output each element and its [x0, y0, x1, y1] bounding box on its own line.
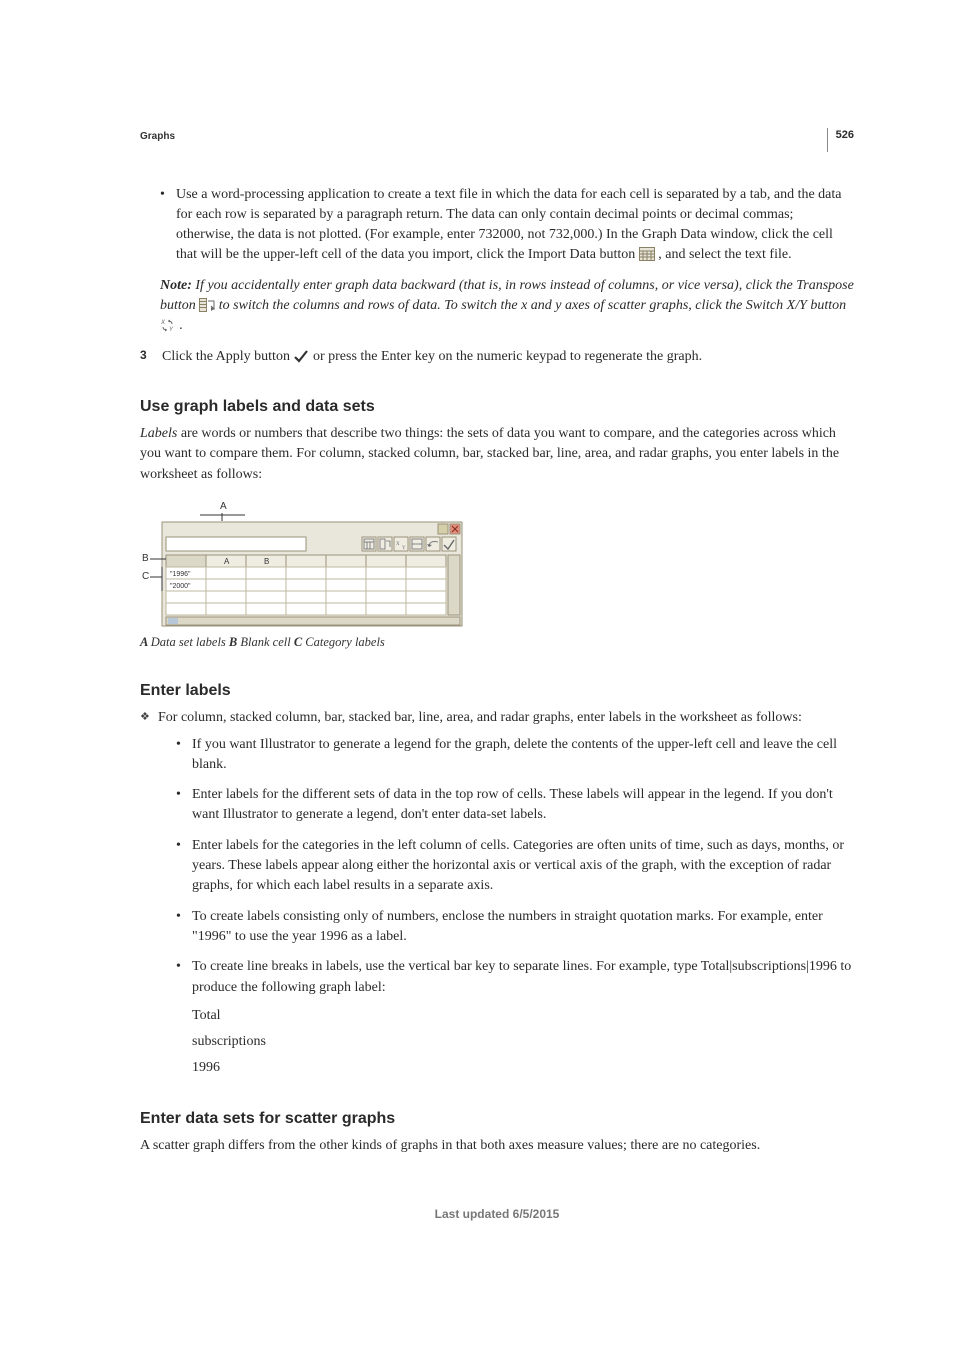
diamond-lead: For column, stacked column, bar, stacked…: [158, 710, 802, 725]
cap-c-text: Category labels: [305, 635, 385, 649]
switch-xy-icon: XY: [160, 318, 176, 332]
page-number: 526: [827, 128, 854, 152]
import-data-icon: [639, 247, 655, 261]
inner-bullet-4: To create labels consisting only of numb…: [192, 907, 854, 948]
stack-line-1996: 1996: [192, 1058, 854, 1078]
step-number: 3: [140, 347, 152, 367]
cap-c-bold: C: [294, 635, 305, 649]
svg-text:X: X: [160, 320, 166, 326]
bullet-text-part2: , and select the text file.: [658, 247, 791, 262]
cap-a-text: Data set labels: [151, 635, 229, 649]
inner-bullet-2: Enter labels for the different sets of d…: [192, 785, 854, 826]
step3-text-a: Click the Apply button: [162, 349, 293, 364]
footer-updated: Last updated 6/5/2015: [140, 1206, 854, 1223]
cap-a-bold: A: [140, 635, 151, 649]
note-paragraph: Note: If you accidentally enter graph da…: [160, 276, 854, 337]
svg-text:A: A: [224, 557, 230, 566]
diamond-item: For column, stacked column, bar, stacked…: [158, 708, 854, 1078]
apply-check-icon: [293, 349, 309, 363]
inner-bullet-3: Enter labels for the categories in the l…: [192, 836, 854, 897]
svg-text:Y: Y: [402, 546, 406, 551]
top-bullet-list: Use a word-processing application to cre…: [140, 185, 854, 266]
page-number-value: 526: [836, 128, 854, 144]
svg-text:C: C: [142, 571, 149, 582]
labels-term: Labels: [140, 426, 177, 441]
note-text-c: .: [176, 318, 183, 333]
inner-bullet-5: To create line breaks in labels, use the…: [192, 957, 854, 1078]
svg-text:B: B: [264, 557, 269, 566]
stack-line-total: Total: [192, 1006, 854, 1026]
svg-text:B: B: [142, 553, 149, 564]
diamond-list: For column, stacked column, bar, stacked…: [140, 708, 854, 1078]
inner-bullet-list: If you want Illustrator to generate a le…: [158, 735, 854, 1079]
svg-text:X: X: [396, 542, 400, 547]
svg-text:Y: Y: [169, 327, 174, 332]
bullet-import-data: Use a word-processing application to cre…: [176, 185, 854, 266]
step-3: 3 Click the Apply button or press the En…: [140, 347, 854, 367]
stack-line-subs: subscriptions: [192, 1032, 854, 1052]
svg-text:"2000": "2000": [170, 583, 191, 590]
labels-paragraph: Labels are words or numbers that describ…: [140, 424, 854, 485]
fig-label-a: A: [220, 501, 227, 512]
note-block: Note: If you accidentally enter graph da…: [140, 276, 854, 337]
scatter-paragraph: A scatter graph differs from the other k…: [140, 1136, 854, 1156]
inner-bullet-1: If you want Illustrator to generate a le…: [192, 735, 854, 776]
inner-bullet-5-text: To create line breaks in labels, use the…: [192, 959, 851, 994]
section-header: Graphs: [140, 130, 854, 145]
cap-b-bold: B: [229, 635, 240, 649]
heading-use-labels: Use graph labels and data sets: [140, 395, 854, 418]
transpose-icon: [199, 298, 215, 312]
heading-enter-labels: Enter labels: [140, 679, 854, 702]
cap-b-text: Blank cell: [240, 635, 293, 649]
note-text-b: to switch the columns and rows of data. …: [215, 298, 846, 313]
step-body: Click the Apply button or press the Ente…: [162, 347, 702, 367]
worksheet-figure: A XY: [140, 499, 854, 629]
svg-text:"1996": "1996": [170, 571, 191, 578]
heading-scatter: Enter data sets for scatter graphs: [140, 1107, 854, 1130]
note-label: Note:: [160, 278, 195, 293]
step3-text-b: or press the Enter key on the numeric ke…: [309, 349, 702, 364]
figure-caption: A Data set labels B Blank cell C Categor…: [140, 633, 854, 651]
labels-rest: are words or numbers that describe two t…: [140, 426, 839, 482]
